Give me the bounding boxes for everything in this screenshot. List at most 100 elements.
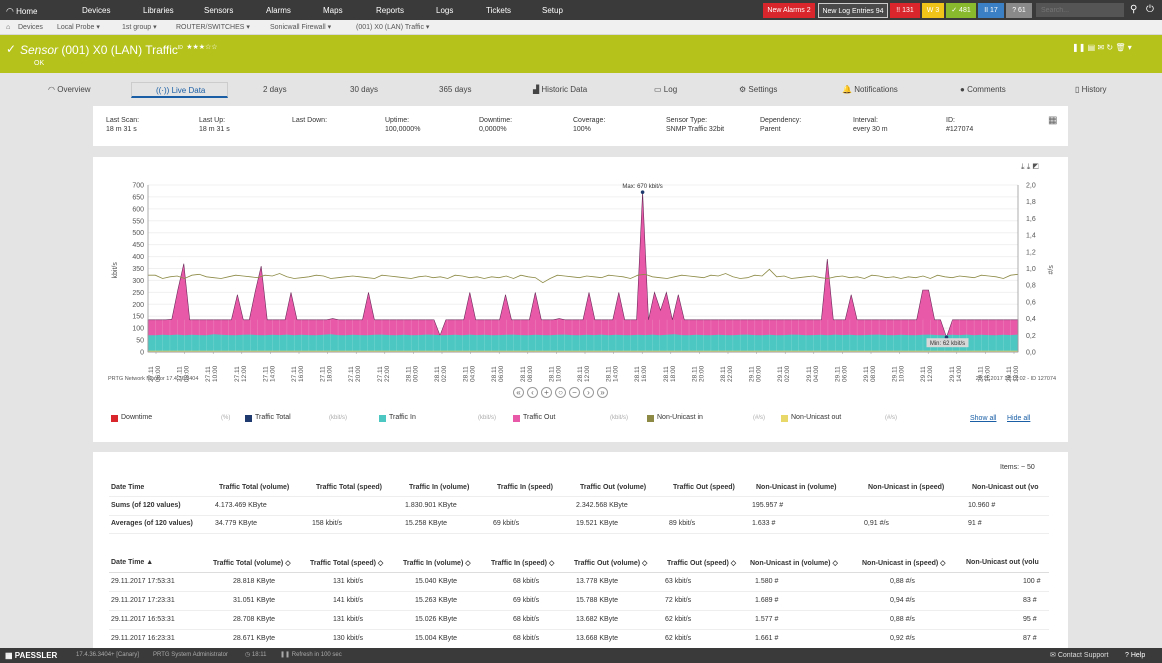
legend-checkbox[interactable] — [513, 415, 520, 422]
table-header-sort[interactable]: Traffic In (speed) ◇ — [491, 559, 554, 567]
table-header-sort[interactable]: Traffic In (volume) ◇ — [403, 559, 471, 567]
nav-reports[interactable]: Reports — [376, 6, 404, 15]
breadcrumb-item-firewall[interactable]: Sonicwall Firewall ▾ — [270, 20, 331, 35]
help-link[interactable]: ? Help — [1125, 648, 1145, 663]
chart-nav-button[interactable]: ‹ — [527, 387, 538, 398]
nav-logs[interactable]: Logs — [436, 6, 453, 15]
breadcrumb-home-icon[interactable]: ⌂ — [6, 20, 10, 35]
legend-checkbox[interactable] — [647, 415, 654, 422]
status-warning-badge[interactable]: W 3 — [922, 3, 944, 18]
breadcrumb-item-group[interactable]: 1st group ▾ — [122, 20, 157, 35]
tab-history[interactable]: ▯ History — [1075, 85, 1107, 94]
legend-checkbox[interactable] — [781, 415, 788, 422]
legend-label[interactable]: Non-Unicast in — [657, 414, 703, 421]
new-log-entries-button[interactable]: New Log Entries 94 — [818, 3, 888, 18]
priority-stars[interactable]: ★★★☆☆ — [186, 44, 217, 51]
table-cell: 15.263 KByte — [415, 597, 458, 604]
nav-sensors[interactable]: Sensors — [204, 6, 233, 15]
breadcrumb-item-router-switches[interactable]: ROUTER/SWITCHES ▾ — [176, 20, 250, 35]
qr-code-icon[interactable]: ▦ — [1048, 115, 1057, 126]
summary-cell: 1.633 # — [752, 520, 776, 527]
download-icon[interactable]: ⤓ — [1021, 162, 1025, 171]
table-header-sort[interactable]: Non-Unicast in (speed) ◇ — [862, 559, 946, 567]
breadcrumb-item-devices[interactable]: Devices — [18, 20, 43, 35]
chart-nav-button[interactable]: − — [569, 387, 580, 398]
legend-checkbox[interactable] — [245, 415, 252, 422]
legend-label[interactable]: Traffic In — [389, 414, 416, 421]
legend-label[interactable]: Traffic Out — [523, 414, 555, 421]
zoom-icon[interactable]: ◩ — [1033, 162, 1039, 171]
tab-notifications[interactable]: 🔔 Notifications — [842, 85, 898, 94]
status-paused-badge[interactable]: II 17 — [978, 3, 1004, 18]
nav-tickets[interactable]: Tickets — [486, 6, 511, 15]
tab-historic-data[interactable]: ▟ Historic Data — [533, 85, 587, 94]
legend-label[interactable]: Non-Unicast out — [791, 414, 841, 421]
x-tick-label: 29.11 — [949, 366, 956, 382]
download-csv-icon[interactable]: ⤓ — [1027, 162, 1031, 171]
pause-icon[interactable]: ❚❚ — [1072, 43, 1085, 52]
refresh-text[interactable]: ❚❚ Refresh in 100 sec — [280, 648, 342, 663]
items-per-page-select[interactable]: Items: ~ 50 — [1000, 464, 1035, 471]
summary-header-cell: Non-Unicast out (vo — [972, 484, 1039, 491]
y2-tick-label: 1,4 — [1026, 233, 1036, 240]
table-header-sort[interactable]: Date Time ▲ — [111, 559, 153, 566]
refresh-icon[interactable]: ↻ — [1106, 43, 1113, 52]
breadcrumb-item-probe[interactable]: Local Probe ▾ — [57, 20, 100, 35]
legend-label[interactable]: Traffic Total — [255, 414, 291, 421]
table-header-sort[interactable]: Traffic Out (speed) ◇ — [667, 559, 736, 567]
chevron-down-icon[interactable]: ▾ — [1128, 43, 1132, 52]
table-cell: 15.788 KByte — [576, 597, 619, 604]
table-header-sort[interactable]: Traffic Total (volume) ◇ — [213, 559, 291, 567]
nav-alarms[interactable]: Alarms — [266, 6, 291, 15]
y-tick-label: 50 — [136, 338, 144, 345]
table-cell: 0,88 #/s — [890, 616, 915, 623]
mail-icon[interactable]: ✉ — [1097, 43, 1104, 52]
chart-nav-button[interactable]: › — [583, 387, 594, 398]
table-cell: 100 # — [1023, 578, 1041, 585]
user-text[interactable]: PRTG System Administrator — [153, 648, 228, 663]
tab-365-days[interactable]: 365 days — [439, 85, 471, 94]
nav-libraries[interactable]: Libraries — [143, 6, 174, 15]
home-link[interactable]: ◠ Home — [6, 6, 37, 17]
row-divider — [109, 496, 1049, 497]
delete-icon[interactable]: 🗑 — [1115, 43, 1125, 52]
breadcrumb-item-sensor[interactable]: (001) X0 (LAN) Traffic ▾ — [356, 20, 429, 35]
tab-overview[interactable]: ◠ Overview — [48, 85, 91, 94]
status-unknown-badge[interactable]: ? 61 — [1006, 3, 1032, 18]
status-up-badge[interactable]: ✓ 481 — [946, 3, 976, 18]
report-icon[interactable]: ▤ — [1088, 43, 1096, 52]
logout-icon[interactable]: ⏻ — [1146, 4, 1154, 15]
table-header-sort[interactable]: Non-Unicast in (volume) ◇ — [750, 559, 838, 567]
table-header-sort[interactable]: Traffic Total (speed) ◇ — [310, 559, 383, 567]
tab-log[interactable]: ▭ Log — [654, 85, 677, 94]
x-tick-label: 22:00 — [727, 365, 734, 382]
tab-settings[interactable]: ⚙ Settings — [739, 85, 777, 94]
y-tick-label: 250 — [132, 290, 144, 297]
legend-checkbox[interactable] — [379, 415, 386, 422]
new-alarms-button[interactable]: New Alarms 2 — [763, 3, 815, 18]
tab-comments[interactable]: ● Comments — [960, 85, 1006, 94]
status-down-badge[interactable]: !! 131 — [890, 3, 920, 18]
nav-maps[interactable]: Maps — [323, 6, 343, 15]
legend-label[interactable]: Downtime — [121, 414, 152, 421]
info-last-up: Last Up: 18 m 31 s — [199, 117, 230, 133]
show-all-link[interactable]: Show all — [970, 415, 996, 422]
contact-support-link[interactable]: ✉ Contact Support — [1050, 648, 1108, 663]
chart-nav-button[interactable]: » — [597, 387, 608, 398]
search-icon[interactable]: ⚲ — [1130, 4, 1137, 15]
search-input[interactable] — [1036, 3, 1124, 17]
nav-devices[interactable]: Devices — [82, 6, 110, 15]
chart-nav-button[interactable]: ○ — [555, 387, 566, 398]
nav-setup[interactable]: Setup — [542, 6, 563, 15]
tab-2-days[interactable]: 2 days — [263, 85, 287, 94]
chart-nav-button[interactable]: + — [541, 387, 552, 398]
chart-nav-button[interactable]: « — [513, 387, 524, 398]
legend-unit: (kbit/s) — [329, 415, 347, 421]
table-header-sort[interactable]: Traffic Out (volume) ◇ — [574, 559, 647, 567]
hide-all-link[interactable]: Hide all — [1007, 415, 1030, 422]
tab-30-days[interactable]: 30 days — [350, 85, 378, 94]
y-tick-label: 450 — [132, 242, 144, 249]
tab-live-data[interactable]: ((·)) Live Data — [131, 82, 228, 98]
legend-checkbox[interactable] — [111, 415, 118, 422]
table-header-sort[interactable]: Non-Unicast out (volu — [966, 559, 1039, 566]
